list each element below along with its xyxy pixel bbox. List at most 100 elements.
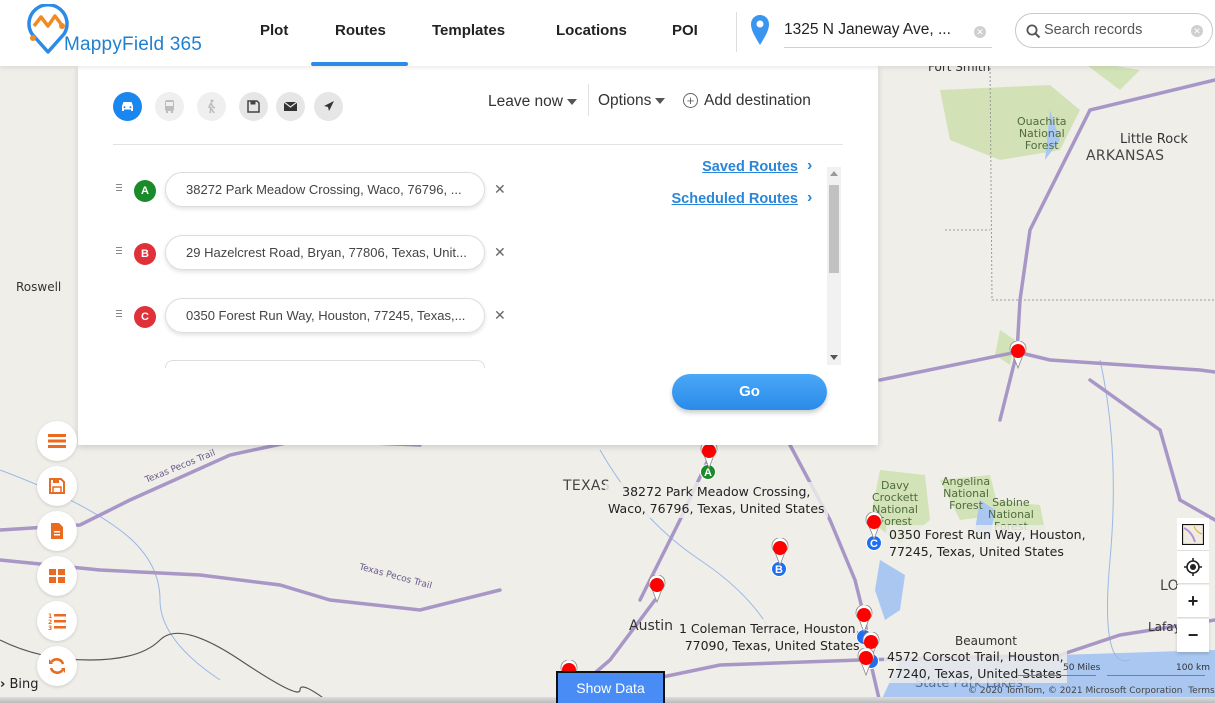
remove-waypoint-c-icon[interactable]: ✕: [494, 307, 506, 324]
waypoint-c-input[interactable]: 0350 Forest Run Way, Houston, 77245, Tex…: [165, 298, 485, 333]
go-button[interactable]: Go: [672, 374, 827, 410]
map-pin[interactable]: [699, 441, 719, 469]
map-pin[interactable]: [1008, 341, 1028, 369]
location-pin-icon: [751, 15, 769, 45]
scroll-down-arrow-icon[interactable]: [830, 355, 838, 360]
clear-location-icon[interactable]: ✕: [974, 26, 986, 38]
leave-now-dropdown[interactable]: Leave now: [488, 93, 577, 111]
show-data-button[interactable]: Show Data: [556, 671, 665, 703]
map-address-label-c: 0350 Forest Run Way, Houston, 77245, Tex…: [886, 525, 1089, 561]
add-destination-button[interactable]: + Add destination: [683, 92, 811, 110]
svg-text:3: 3: [48, 625, 52, 630]
scale-km: 100 km: [1176, 663, 1211, 673]
map-label-texas: TEXAS: [563, 478, 610, 494]
map-pin[interactable]: [854, 605, 874, 633]
chevron-right-icon[interactable]: ›: [807, 189, 812, 207]
minus-icon: −: [1187, 625, 1199, 645]
active-tab-indicator: [311, 62, 408, 66]
map-label-beaumont: Beaumont: [955, 634, 1017, 648]
map-label-lafayette: Lafay: [1148, 620, 1181, 634]
map-pin[interactable]: [770, 538, 790, 566]
navigate-button[interactable]: [314, 92, 343, 121]
email-route-button[interactable]: [276, 92, 305, 121]
car-icon: [122, 102, 133, 111]
list-icon: [48, 434, 66, 448]
tab-poi[interactable]: POI: [672, 22, 698, 39]
map-pin[interactable]: [856, 648, 876, 676]
save-tool-button[interactable]: [37, 466, 77, 506]
drag-handle-icon[interactable]: [116, 182, 124, 193]
map-label-little-rock: Little Rock: [1120, 132, 1188, 147]
zoom-in-button[interactable]: +: [1177, 585, 1209, 618]
waypoint-badge-a: A: [134, 180, 156, 202]
mode-walk-button[interactable]: [197, 92, 226, 121]
scroll-up-arrow-icon[interactable]: [830, 171, 838, 176]
refresh-tool-button[interactable]: [37, 646, 77, 686]
scale-miles: 50 Miles: [1063, 663, 1101, 673]
caret-down-icon: [566, 98, 577, 105]
scale-line-km: [1107, 675, 1205, 676]
search-records-input[interactable]: Search records ✕: [1015, 13, 1213, 48]
scheduled-routes-link[interactable]: Scheduled Routes: [672, 191, 799, 207]
chevron-right-icon[interactable]: ›: [807, 157, 812, 175]
toolbar-divider: [588, 84, 589, 116]
clear-search-icon[interactable]: ✕: [1191, 25, 1203, 37]
document-icon: [51, 523, 63, 539]
walk-icon: [207, 99, 216, 114]
zoom-out-button[interactable]: −: [1177, 619, 1209, 652]
remove-waypoint-b-icon[interactable]: ✕: [494, 244, 506, 261]
waypoint-d-input-partial[interactable]: [165, 360, 485, 368]
map-address-label-coleman: 1 Coleman Terrace, Houston, 77090, Texas…: [676, 619, 863, 655]
plus-circle-icon: +: [683, 93, 698, 109]
map-style-button[interactable]: [1177, 518, 1209, 551]
tab-routes[interactable]: Routes: [335, 22, 386, 39]
panel-divider: [113, 144, 843, 145]
scrollbar-thumb[interactable]: [829, 185, 839, 273]
save-icon: [247, 100, 260, 113]
grid-icon: [49, 569, 65, 583]
tab-locations[interactable]: Locations: [556, 22, 627, 39]
copyright-text: © 2020 TomTom, © 2021 Microsoft Corporat…: [968, 686, 1183, 696]
locate-me-button[interactable]: [1177, 551, 1209, 584]
search-icon: [1026, 24, 1041, 39]
leave-now-label: Leave now: [488, 93, 563, 110]
map-address-label-corscot: 4572 Corscot Trail, Houston, 77240, Texa…: [884, 647, 1067, 683]
map-label-angelina-forest: Angelina National Forest: [942, 475, 991, 512]
map-label-arkansas: ARKANSAS: [1086, 148, 1165, 164]
options-label: Options: [598, 92, 652, 109]
drag-handle-icon[interactable]: [116, 308, 124, 319]
map-pin[interactable]: [647, 575, 667, 603]
mode-drive-button[interactable]: [113, 92, 142, 121]
waypoint-b-input[interactable]: 29 Hazelcrest Road, Bryan, 77806, Texas,…: [165, 235, 485, 270]
grid-tool-button[interactable]: [37, 556, 77, 596]
waypoints-scrollbar[interactable]: [827, 167, 841, 365]
location-input[interactable]: 1325 N Janeway Ave, ...: [784, 14, 992, 48]
document-tool-button[interactable]: [37, 511, 77, 551]
plus-icon: +: [1187, 591, 1199, 611]
save-route-button[interactable]: [239, 92, 268, 121]
mode-transit-button[interactable]: [155, 92, 184, 121]
drag-handle-icon[interactable]: [116, 245, 124, 256]
envelope-icon: [283, 101, 298, 111]
map-address-label-a: 38272 Park Meadow Crossing, Waco, 76796,…: [605, 482, 828, 518]
bing-chevron-icon: ›: [0, 677, 6, 692]
remove-waypoint-a-icon[interactable]: ✕: [494, 181, 506, 198]
bing-logo[interactable]: › Bing: [0, 677, 39, 692]
tab-plot[interactable]: Plot: [260, 22, 288, 39]
bus-icon: [165, 100, 174, 113]
ordered-list-tool-button[interactable]: 123: [37, 601, 77, 641]
terms-link[interactable]: Terms: [1188, 686, 1215, 696]
saved-routes-link[interactable]: Saved Routes: [702, 159, 798, 175]
waypoint-a-input[interactable]: 38272 Park Meadow Crossing, Waco, 76796,…: [165, 172, 485, 207]
route-panel: Leave now Options + Add destination A 382…: [78, 66, 878, 445]
app-name: MappyField 365: [64, 34, 202, 55]
options-dropdown[interactable]: Options: [598, 92, 666, 110]
ordered-list-icon: 123: [48, 613, 66, 630]
map-label-austin: Austin: [629, 618, 673, 634]
map-pin[interactable]: [864, 512, 884, 540]
tab-templates[interactable]: Templates: [432, 22, 505, 39]
crosshair-icon: [1184, 558, 1202, 576]
menu-tool-button[interactable]: [37, 421, 77, 461]
map-label-ouachita-forest: Ouachita National Forest: [1017, 115, 1067, 152]
navigation-arrow-icon: [324, 101, 334, 111]
